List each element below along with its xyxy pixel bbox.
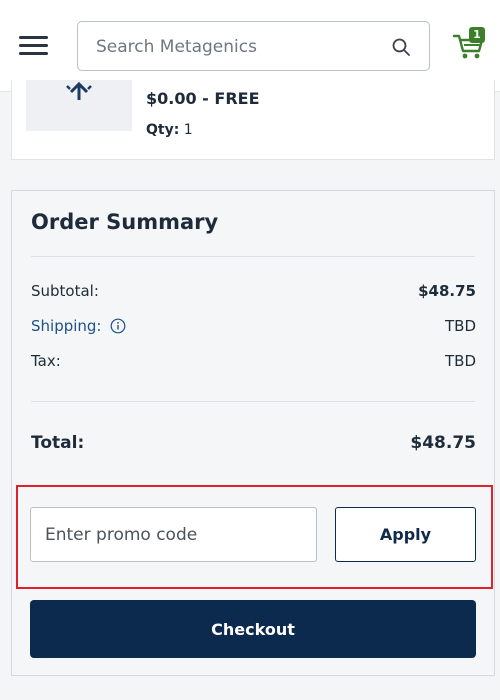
shipping-value: TBD <box>444 317 476 335</box>
hamburger-bar <box>19 52 48 55</box>
shipping-row: Shipping: TBD <box>31 317 476 339</box>
total-label: Total: <box>31 433 85 453</box>
summary-divider <box>31 256 475 257</box>
search-input[interactable] <box>96 34 376 60</box>
product-qty-value: 1 <box>183 122 193 138</box>
summary-divider <box>31 401 475 402</box>
tax-label: Tax: <box>31 352 61 370</box>
apply-promo-button[interactable]: Apply <box>335 507 476 562</box>
product-qty-label: Qty: <box>146 122 180 138</box>
cart-count-badge: 1 <box>469 27 485 43</box>
total-value: $48.75 <box>410 433 476 453</box>
shipping-label: Shipping: <box>31 317 102 335</box>
promo-code-input[interactable] <box>45 523 305 547</box>
total-row: Total: $48.75 <box>31 433 476 455</box>
checkout-button[interactable]: Checkout <box>30 600 476 658</box>
hamburger-bar <box>19 44 48 47</box>
hamburger-menu-icon[interactable] <box>19 34 48 56</box>
search-box <box>77 21 430 71</box>
subtotal-value: $48.75 <box>418 282 476 300</box>
site-header: 1 <box>0 0 500 92</box>
subtotal-row: Subtotal: $48.75 <box>31 282 476 304</box>
hamburger-bar <box>19 36 48 39</box>
subtotal-label: Subtotal: <box>31 282 99 300</box>
tax-row: Tax: TBD <box>31 352 476 374</box>
cart-product-card: $0.00 - FREE Qty: 1 <box>11 80 495 160</box>
product-quantity: Qty: 1 <box>146 122 193 138</box>
search-icon[interactable] <box>391 37 411 57</box>
info-icon[interactable] <box>110 318 126 334</box>
product-image <box>26 80 132 131</box>
order-summary-title: Order Summary <box>31 210 219 234</box>
product-logo-icon <box>66 81 92 100</box>
cart-button[interactable]: 1 <box>452 27 488 63</box>
shipping-label-link[interactable]: Shipping: <box>31 317 126 335</box>
product-price: $0.00 - FREE <box>146 89 260 108</box>
tax-value: TBD <box>444 352 476 370</box>
promo-code-field <box>30 507 317 562</box>
